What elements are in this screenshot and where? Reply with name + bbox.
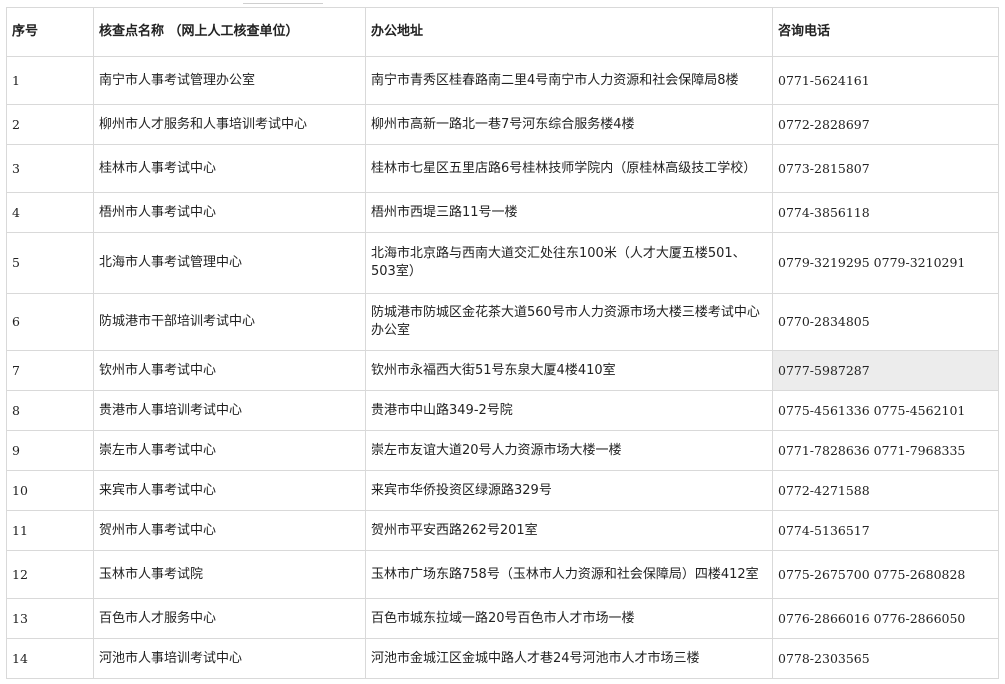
cell-address: 桂林市七星区五里店路6号桂林技师学院内（原桂林高级技工学校） <box>365 144 773 193</box>
cell-name: 崇左市人事考试中心 <box>93 430 366 471</box>
top-border-fragment <box>243 0 323 4</box>
cell-phone: 0771-7828636 0771-7968335 <box>772 430 999 471</box>
cell-phone: 0773-2815807 <box>772 144 999 193</box>
cell-phone: 0777-5987287 <box>772 350 999 391</box>
table-row: 1 南宁市人事考试管理办公室 南宁市青秀区桂春路南二里4号南宁市人力资源和社会保障局… <box>6 56 999 105</box>
cell-address: 梧州市西堤三路11号一楼 <box>365 192 773 233</box>
cell-no: 14 <box>6 638 94 679</box>
cell-name: 玉林市人事考试院 <box>93 550 366 599</box>
cell-no: 13 <box>6 598 94 639</box>
cell-name: 南宁市人事考试管理办公室 <box>93 56 366 105</box>
cell-no: 6 <box>6 293 94 351</box>
cell-address: 防城港市防城区金花茶大道560号市人力资源市场大楼三楼考试中心办公室 <box>365 293 773 351</box>
cell-phone: 0774-5136517 <box>772 510 999 551</box>
table-body: 1 南宁市人事考试管理办公室 南宁市青秀区桂春路南二里4号南宁市人力资源和社会保障局… <box>6 56 999 679</box>
header-name: 核查点名称 （网上人工核查单位） <box>93 7 366 57</box>
cell-address: 钦州市永福西大街51号东泉大厦4楼410室 <box>365 350 773 391</box>
cell-no: 2 <box>6 104 94 145</box>
cell-no: 7 <box>6 350 94 391</box>
table-row: 11 贺州市人事考试中心 贺州市平安西路262号201室 0774-5136517 <box>6 510 999 551</box>
cell-name: 贺州市人事考试中心 <box>93 510 366 551</box>
cell-address: 百色市城东拉域一路20号百色市人才市场一楼 <box>365 598 773 639</box>
cell-address: 南宁市青秀区桂春路南二里4号南宁市人力资源和社会保障局8楼 <box>365 56 773 105</box>
cell-phone: 0775-2675700 0775-2680828 <box>772 550 999 599</box>
cell-address: 玉林市广场东路758号（玉林市人力资源和社会保障局）四楼412室 <box>365 550 773 599</box>
cell-address: 柳州市高新一路北一巷7号河东综合服务楼4楼 <box>365 104 773 145</box>
cell-name: 贵港市人事培训考试中心 <box>93 390 366 431</box>
cell-phone: 0779-3219295 0779-3210291 <box>772 232 999 294</box>
table-row: 5 北海市人事考试管理中心 北海市北京路与西南大道交汇处往东100米（人才大厦五楼5… <box>6 232 999 294</box>
cell-name: 北海市人事考试管理中心 <box>93 232 366 294</box>
cell-no: 9 <box>6 430 94 471</box>
table-header-row: 序号 核查点名称 （网上人工核查单位） 办公地址 咨询电话 <box>6 7 999 57</box>
table-row: 10 来宾市人事考试中心 来宾市华侨投资区绿源路329号 0772-4271588 <box>6 470 999 511</box>
cell-phone: 0771-5624161 <box>772 56 999 105</box>
cell-name: 防城港市干部培训考试中心 <box>93 293 366 351</box>
cell-address: 河池市金城江区金城中路人才巷24号河池市人才市场三楼 <box>365 638 773 679</box>
cell-name: 百色市人才服务中心 <box>93 598 366 639</box>
table-row: 7 钦州市人事考试中心 钦州市永福西大街51号东泉大厦4楼410室 0777-5987… <box>6 350 999 391</box>
table-row: 6 防城港市干部培训考试中心 防城港市防城区金花茶大道560号市人力资源市场大楼三楼… <box>6 293 999 351</box>
cell-name: 桂林市人事考试中心 <box>93 144 366 193</box>
cell-name: 柳州市人才服务和人事培训考试中心 <box>93 104 366 145</box>
cell-address: 贺州市平安西路262号201室 <box>365 510 773 551</box>
cell-phone: 0775-4561336 0775-4562101 <box>772 390 999 431</box>
cell-no: 8 <box>6 390 94 431</box>
table-row: 12 玉林市人事考试院 玉林市广场东路758号（玉林市人力资源和社会保障局）四楼41… <box>6 550 999 599</box>
cell-no: 4 <box>6 192 94 233</box>
cell-phone: 0772-2828697 <box>772 104 999 145</box>
table-row: 14 河池市人事培训考试中心 河池市金城江区金城中路人才巷24号河池市人才市场三楼 0… <box>6 638 999 679</box>
cell-phone: 0774-3856118 <box>772 192 999 233</box>
cell-phone: 0776-2866016 0776-2866050 <box>772 598 999 639</box>
checkpoint-table: 序号 核查点名称 （网上人工核查单位） 办公地址 咨询电话 1 南宁市人事考试管理… <box>6 7 999 679</box>
cell-no: 10 <box>6 470 94 511</box>
cell-name: 梧州市人事考试中心 <box>93 192 366 233</box>
cell-name: 河池市人事培训考试中心 <box>93 638 366 679</box>
cell-no: 1 <box>6 56 94 105</box>
cell-address: 北海市北京路与西南大道交汇处往东100米（人才大厦五楼501、503室） <box>365 232 773 294</box>
cell-name: 来宾市人事考试中心 <box>93 470 366 511</box>
table-row: 4 梧州市人事考试中心 梧州市西堤三路11号一楼 0774-3856118 <box>6 192 999 233</box>
cell-address: 贵港市中山路349-2号院 <box>365 390 773 431</box>
cell-name: 钦州市人事考试中心 <box>93 350 366 391</box>
cell-no: 12 <box>6 550 94 599</box>
cell-no: 3 <box>6 144 94 193</box>
table-row: 3 桂林市人事考试中心 桂林市七星区五里店路6号桂林技师学院内（原桂林高级技工学校）… <box>6 144 999 193</box>
cell-phone: 0778-2303565 <box>772 638 999 679</box>
cell-phone: 0770-2834805 <box>772 293 999 351</box>
header-address: 办公地址 <box>365 7 773 57</box>
table-row: 9 崇左市人事考试中心 崇左市友谊大道20号人力资源市场大楼一楼 0771-78286… <box>6 430 999 471</box>
table-row: 8 贵港市人事培训考试中心 贵港市中山路349-2号院 0775-4561336 07… <box>6 390 999 431</box>
cell-address: 来宾市华侨投资区绿源路329号 <box>365 470 773 511</box>
table-row: 2 柳州市人才服务和人事培训考试中心 柳州市高新一路北一巷7号河东综合服务楼4楼 07… <box>6 104 999 145</box>
cell-no: 5 <box>6 232 94 294</box>
cell-address: 崇左市友谊大道20号人力资源市场大楼一楼 <box>365 430 773 471</box>
header-phone: 咨询电话 <box>772 7 999 57</box>
table-row: 13 百色市人才服务中心 百色市城东拉域一路20号百色市人才市场一楼 0776-286… <box>6 598 999 639</box>
cell-no: 11 <box>6 510 94 551</box>
header-no: 序号 <box>6 7 94 57</box>
cell-phone: 0772-4271588 <box>772 470 999 511</box>
